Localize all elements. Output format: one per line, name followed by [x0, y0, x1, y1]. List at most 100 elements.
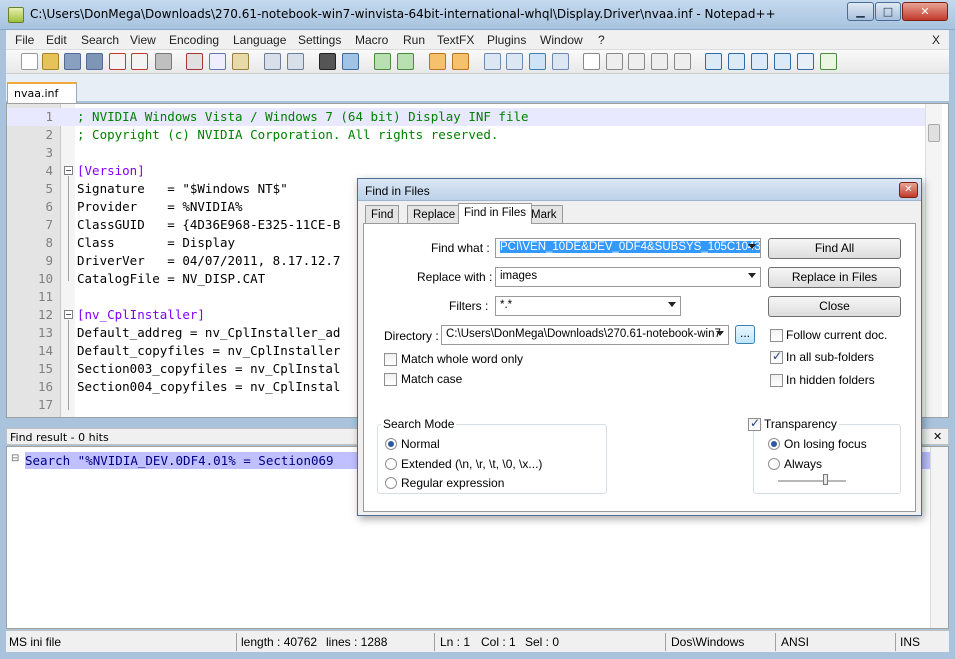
status-column: Col : 1	[481, 635, 516, 649]
mail-icon[interactable]	[797, 53, 814, 70]
document-tab-nvaa[interactable]: nvaa.inf	[7, 82, 77, 103]
unfold-icon[interactable]	[774, 53, 791, 70]
transparency-checkbox[interactable]	[748, 416, 761, 431]
menu-plugins[interactable]: Plugins	[487, 33, 526, 47]
replace-icon[interactable]	[342, 53, 359, 70]
word-wrap-icon[interactable]	[484, 53, 501, 70]
code-line[interactable]: 1 ; NVIDIA Windows Vista / Windows 7 (64 …	[7, 108, 927, 126]
save-icon[interactable]	[64, 53, 81, 70]
find-result-close-icon[interactable]: ✕	[933, 430, 942, 443]
mode-normal-radio[interactable]	[385, 438, 397, 450]
in-hidden-folders-checkbox[interactable]	[770, 374, 783, 387]
arrow-down-icon[interactable]	[751, 53, 768, 70]
arrow-up-icon[interactable]	[728, 53, 745, 70]
chevron-down-icon[interactable]	[748, 244, 756, 249]
transparency-slider-thumb[interactable]	[823, 474, 828, 485]
close-document-x[interactable]: X	[932, 33, 940, 47]
macro-run-multiple-icon[interactable]	[651, 53, 668, 70]
menu-view[interactable]: View	[130, 33, 156, 47]
tab-replace[interactable]: Replace	[407, 205, 462, 224]
minimize-button[interactable]: ▁	[847, 2, 874, 21]
find-what-label: Find what :	[431, 241, 490, 255]
in-all-subfolders-checkbox[interactable]	[770, 349, 783, 364]
menu-file[interactable]: File	[15, 33, 34, 47]
undo-icon[interactable]	[264, 53, 281, 70]
replace-with-label: Replace with :	[417, 270, 493, 284]
mode-regex-label: Regular expression	[401, 476, 505, 490]
menu-settings[interactable]: Settings	[298, 33, 341, 47]
mode-extended-radio[interactable]	[385, 458, 397, 470]
fold-all-icon[interactable]	[705, 53, 722, 70]
follow-current-doc-checkbox[interactable]	[770, 329, 783, 342]
result-vertical-scrollbar[interactable]	[930, 447, 948, 628]
replace-in-files-button[interactable]: Replace in Files	[768, 267, 901, 288]
line-text: ClassGUID = {4D36E968-E325-11CE-B	[77, 217, 341, 232]
mode-regex-radio[interactable]	[385, 477, 397, 489]
tab-find-in-files[interactable]: Find in Files	[458, 203, 532, 224]
close-file-icon[interactable]	[109, 53, 126, 70]
menu-language[interactable]: Language	[233, 33, 286, 47]
filters-combo[interactable]: *.*	[495, 296, 681, 316]
menu-encoding[interactable]: Encoding	[169, 33, 219, 47]
line-number: 16	[37, 379, 53, 394]
dialog-title-bar[interactable]: Find in Files ✕	[358, 179, 921, 201]
user-language-icon[interactable]	[552, 53, 569, 70]
close-all-icon[interactable]	[131, 53, 148, 70]
mode-extended-label: Extended (\n, \r, \t, \0, \x...)	[401, 457, 543, 471]
match-case-checkbox[interactable]	[384, 373, 397, 386]
match-whole-word-checkbox[interactable]	[384, 353, 397, 366]
dialog-close-icon[interactable]: ✕	[899, 182, 918, 198]
close-button[interactable]: Close	[768, 296, 901, 317]
follow-current-doc-label: Follow current doc.	[786, 328, 888, 342]
print-icon[interactable]	[155, 53, 172, 70]
scrollbar-thumb[interactable]	[928, 124, 940, 142]
code-line[interactable]: 3	[7, 144, 927, 162]
zoom-in-icon[interactable]	[374, 53, 391, 70]
macro-record-icon[interactable]	[583, 53, 600, 70]
zoom-out-icon[interactable]	[397, 53, 414, 70]
menu-textfx[interactable]: TextFX	[437, 33, 474, 47]
chevron-down-icon[interactable]	[668, 302, 676, 307]
menu-window[interactable]: Window	[540, 33, 583, 47]
menu-macro[interactable]: Macro	[355, 33, 388, 47]
menu-run[interactable]: Run	[403, 33, 425, 47]
editor-vertical-scrollbar[interactable]	[925, 104, 942, 417]
transparency-slider-track[interactable]	[778, 480, 846, 482]
in-hidden-folders-label: In hidden folders	[786, 373, 875, 387]
spell-check-icon[interactable]	[820, 53, 837, 70]
new-file-icon[interactable]	[21, 53, 38, 70]
indent-guide-icon[interactable]	[529, 53, 546, 70]
redo-icon[interactable]	[287, 53, 304, 70]
chevron-down-icon[interactable]	[748, 273, 756, 278]
macro-save-icon[interactable]	[674, 53, 691, 70]
maximize-button[interactable]: □	[875, 2, 901, 21]
window-close-button[interactable]: ✕	[902, 2, 948, 21]
save-all-icon[interactable]	[86, 53, 103, 70]
chevron-down-icon[interactable]	[716, 331, 724, 336]
paste-icon[interactable]	[232, 53, 249, 70]
menu-help[interactable]: ?	[598, 33, 605, 47]
find-icon[interactable]	[319, 53, 336, 70]
macro-stop-icon[interactable]	[606, 53, 623, 70]
macro-play-icon[interactable]	[628, 53, 645, 70]
tab-find[interactable]: Find	[365, 205, 400, 224]
copy-icon[interactable]	[209, 53, 226, 70]
code-line[interactable]: 2 ; Copyright (c) NVIDIA Corporation. All…	[7, 126, 927, 144]
directory-combo[interactable]: C:\Users\DonMega\Downloads\270.61-notebo…	[441, 325, 729, 345]
cut-icon[interactable]	[186, 53, 203, 70]
find-all-button[interactable]: Find All	[768, 238, 901, 259]
menu-edit[interactable]: Edit	[46, 33, 67, 47]
window-title: C:\Users\DonMega\Downloads\270.61-notebo…	[30, 7, 776, 21]
open-file-icon[interactable]	[42, 53, 59, 70]
on-losing-focus-radio[interactable]	[768, 438, 780, 450]
result-fold-icon[interactable]: ⊟	[11, 453, 19, 464]
sync-vertical-icon[interactable]	[429, 53, 446, 70]
dialog-title: Find in Files	[365, 184, 430, 198]
menu-search[interactable]: Search	[81, 33, 119, 47]
show-all-chars-icon[interactable]	[506, 53, 523, 70]
browse-directory-button[interactable]: ...	[735, 325, 755, 344]
sync-horizontal-icon[interactable]	[452, 53, 469, 70]
always-radio[interactable]	[768, 458, 780, 470]
replace-with-combo[interactable]: images	[495, 267, 761, 287]
find-what-combo[interactable]: PCI\VEN_10DE&DEV_0DF4&SUBSYS_105C1043	[495, 238, 761, 258]
